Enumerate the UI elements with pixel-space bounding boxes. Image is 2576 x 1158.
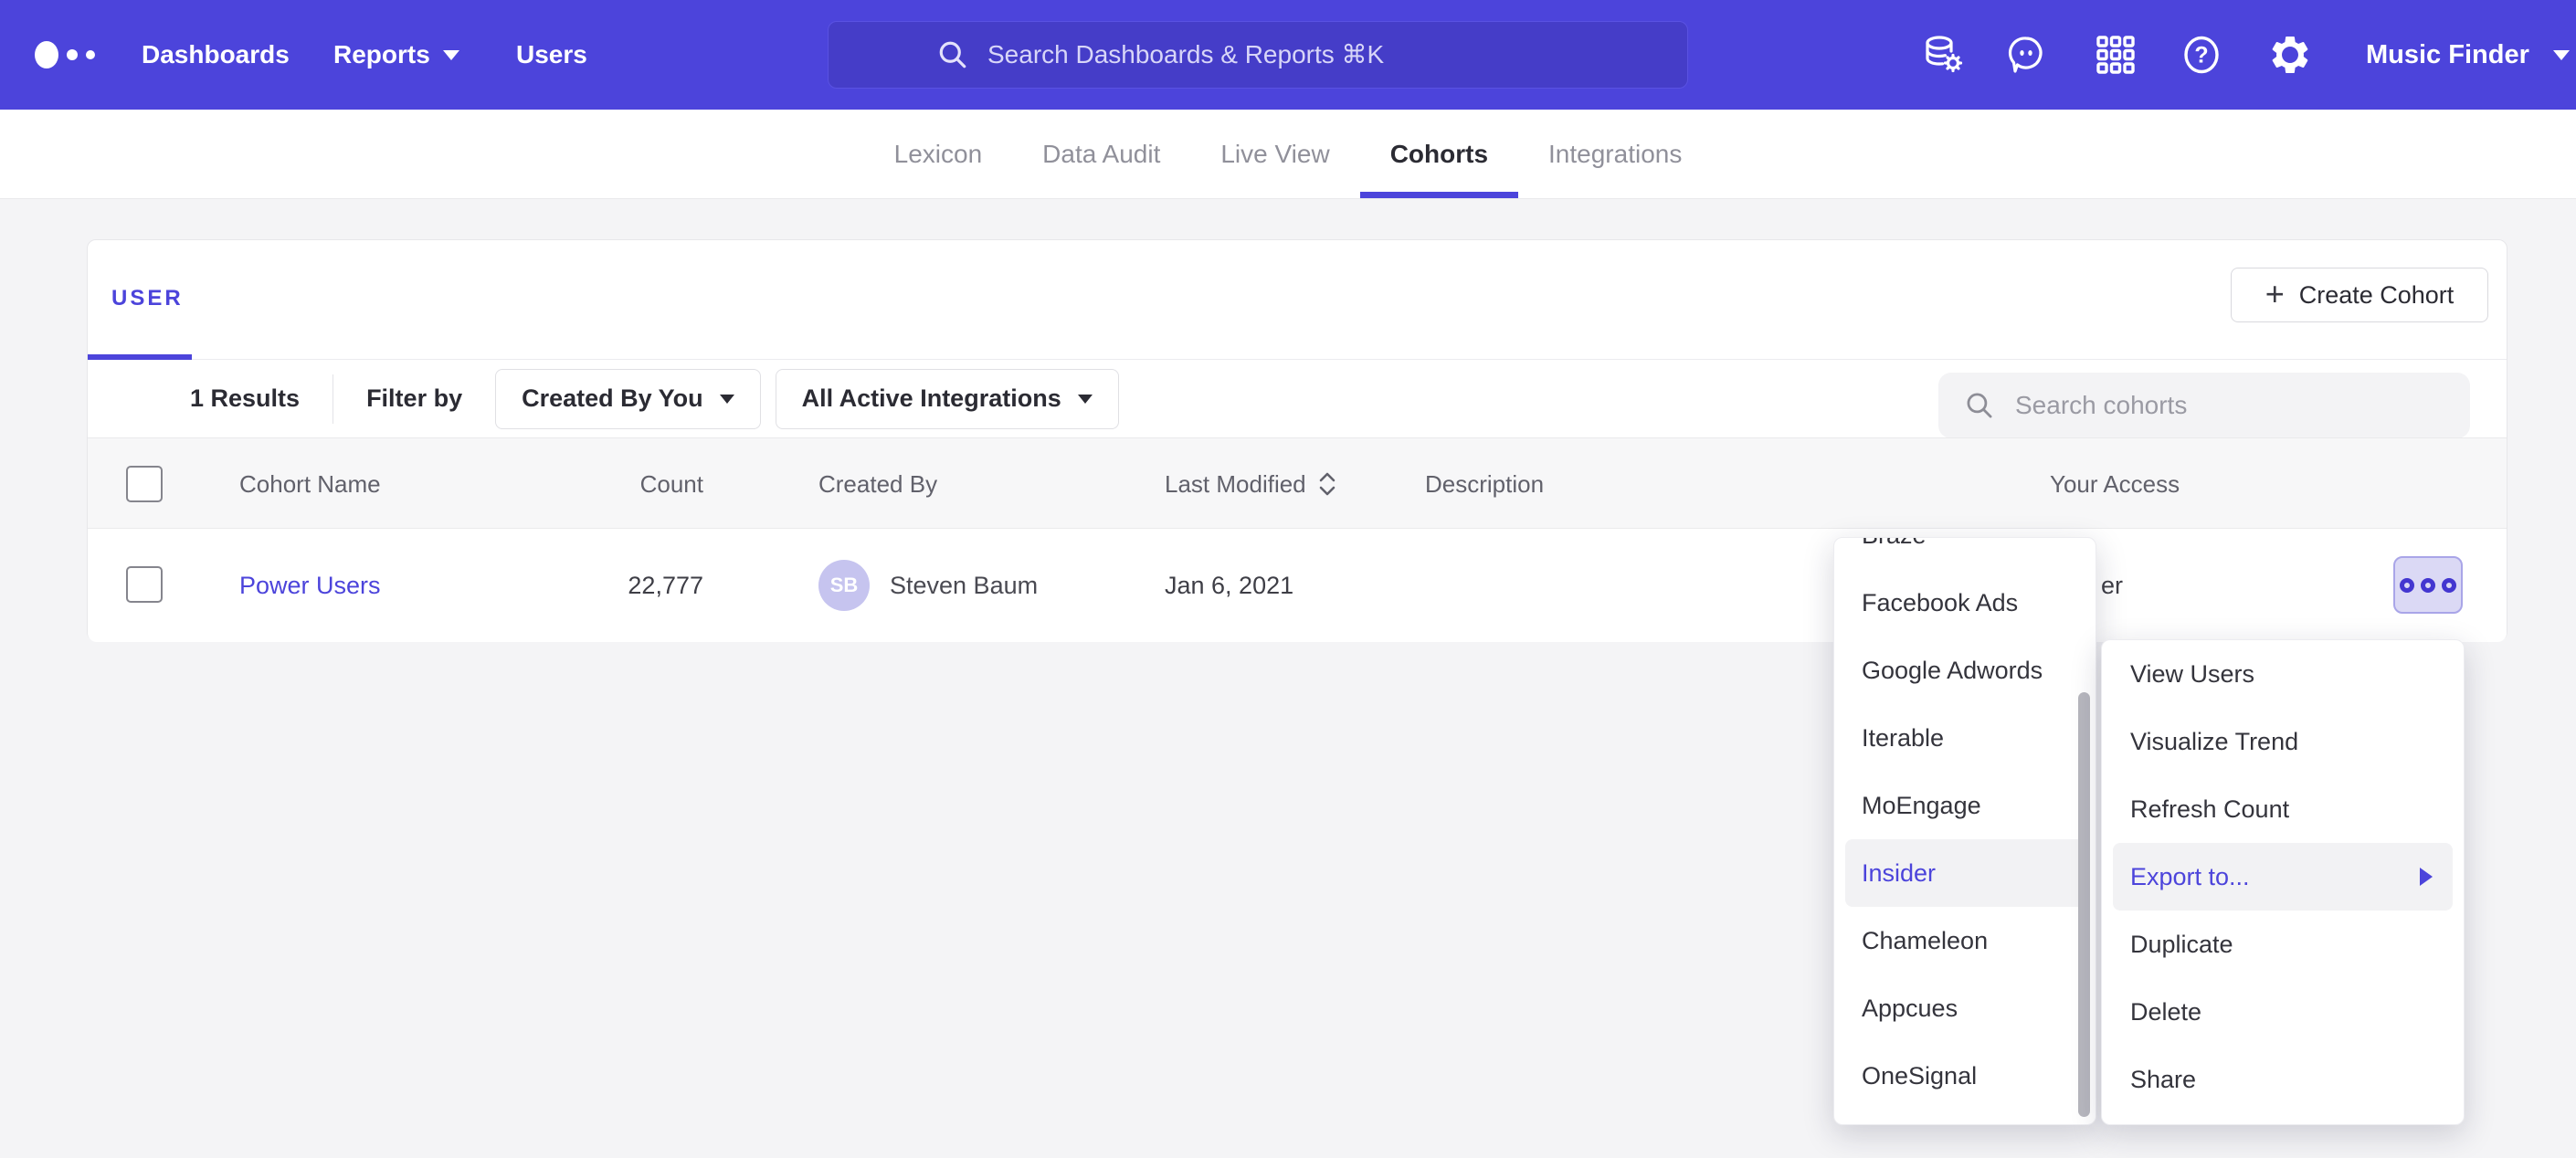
column-header-description[interactable]: Description xyxy=(1425,438,1544,530)
more-dot-icon xyxy=(2400,578,2414,593)
more-dot-icon xyxy=(2421,578,2435,593)
account-menu[interactable]: Music Finder xyxy=(2366,0,2570,110)
column-header-count[interactable]: Count xyxy=(521,438,703,530)
creator-name: Steven Baum xyxy=(890,572,1038,600)
cohort-search-input[interactable] xyxy=(2015,391,2446,420)
svg-text:?: ? xyxy=(2194,43,2208,68)
search-icon xyxy=(1962,388,1997,423)
column-header-your-access[interactable]: Your Access xyxy=(2050,438,2180,530)
menu-item-refresh-count[interactable]: Refresh Count xyxy=(2102,775,2464,843)
menu-item-view-users[interactable]: View Users xyxy=(2102,640,2464,708)
menu-item-duplicate[interactable]: Duplicate xyxy=(2102,911,2464,978)
submenu-item-insider[interactable]: Insider xyxy=(1845,839,2085,907)
submenu-item-chameleon[interactable]: Chameleon xyxy=(1834,907,2096,974)
chevron-down-icon xyxy=(720,395,734,404)
settings-gear-icon[interactable] xyxy=(2268,33,2312,77)
created-by-cell: SB Steven Baum xyxy=(818,529,1038,642)
cohort-name-cell: Power Users xyxy=(239,529,381,642)
logo-dot-small xyxy=(86,50,95,59)
menu-item-delete[interactable]: Delete xyxy=(2102,978,2464,1046)
nav-link-dashboards[interactable]: Dashboards xyxy=(142,0,290,110)
avatar: SB xyxy=(818,560,870,611)
active-tab-underline xyxy=(1360,192,1518,198)
tab-lexicon[interactable]: Lexicon xyxy=(864,110,1013,198)
column-header-last-modified[interactable]: Last Modified xyxy=(1165,438,1337,530)
submenu-item-google-adwords[interactable]: Google Adwords xyxy=(1834,637,2096,704)
plus-icon: + xyxy=(2265,278,2285,311)
chevron-down-icon xyxy=(1078,395,1093,404)
nav-link-reports[interactable]: Reports xyxy=(333,0,459,110)
submenu-item-onesignal[interactable]: OneSignal xyxy=(1834,1042,2096,1110)
tab-data-audit[interactable]: Data Audit xyxy=(1012,110,1190,198)
results-count: 1 Results xyxy=(190,384,300,413)
logo-dot-medium xyxy=(67,49,78,60)
your-access-cell: er xyxy=(2101,529,2123,642)
tab-cohorts[interactable]: Cohorts xyxy=(1360,110,1518,198)
chevron-down-icon xyxy=(2553,50,2570,60)
count-cell: 22,777 xyxy=(521,529,703,642)
chevron-down-icon xyxy=(443,50,459,60)
logo-dot-large xyxy=(35,41,58,68)
row-actions-menu: View Users Visualize Trend Refresh Count… xyxy=(2101,639,2465,1125)
menu-item-visualize-trend[interactable]: Visualize Trend xyxy=(2102,708,2464,775)
apps-grid-icon[interactable] xyxy=(2094,33,2138,77)
tab-integrations-label: Integrations xyxy=(1548,140,1682,169)
filter-created-by-dropdown[interactable]: Created By You xyxy=(495,369,761,429)
nav-link-reports-label: Reports xyxy=(333,40,430,69)
filter-created-by-label: Created By You xyxy=(522,384,703,413)
nav-link-users-label: Users xyxy=(516,40,587,69)
submenu-item-moengage[interactable]: MoEngage xyxy=(1834,772,2096,839)
create-cohort-button[interactable]: + Create Cohort xyxy=(2231,268,2488,322)
tab-cohorts-label: Cohorts xyxy=(1390,140,1488,169)
global-search-bar[interactable] xyxy=(828,21,1688,89)
export-submenu: Braze Facebook Ads Google Adwords Iterab… xyxy=(1833,537,2096,1125)
last-modified-label: Last Modified xyxy=(1165,470,1306,499)
cohort-search-bar[interactable] xyxy=(1938,373,2470,438)
menu-item-share[interactable]: Share xyxy=(2102,1046,2464,1113)
submenu-item-appcues[interactable]: Appcues xyxy=(1834,974,2096,1042)
last-modified-cell: Jan 6, 2021 xyxy=(1165,529,1293,642)
export-to-label: Export to... xyxy=(2130,863,2250,891)
row-more-actions-button[interactable] xyxy=(2393,556,2463,614)
tab-live-view[interactable]: Live View xyxy=(1190,110,1359,198)
submenu-arrow-icon xyxy=(2420,868,2433,886)
cohorts-card: USER + Create Cohort 1 Results Filter by… xyxy=(87,239,2507,641)
menu-item-export-to[interactable]: Export to... xyxy=(2113,843,2453,911)
row-checkbox[interactable] xyxy=(126,566,163,603)
table-header: Cohort Name Count Created By Last Modifi… xyxy=(88,437,2507,529)
submenu-item-facebook-ads[interactable]: Facebook Ads xyxy=(1834,569,2096,637)
tab-data-audit-label: Data Audit xyxy=(1042,140,1160,169)
filter-integrations-label: All Active Integrations xyxy=(802,384,1061,413)
nav-link-users[interactable]: Users xyxy=(516,0,587,110)
column-header-created-by[interactable]: Created By xyxy=(818,438,937,530)
search-icon xyxy=(934,37,971,73)
column-header-cohort-name[interactable]: Cohort Name xyxy=(239,438,381,530)
top-navbar: Dashboards Reports Users xyxy=(0,0,2576,110)
global-search-input[interactable] xyxy=(987,40,1581,69)
tab-live-view-label: Live View xyxy=(1220,140,1329,169)
filter-integrations-dropdown[interactable]: All Active Integrations xyxy=(776,369,1119,429)
cohort-name-link[interactable]: Power Users xyxy=(239,572,381,600)
data-gear-icon[interactable] xyxy=(1921,33,1965,77)
nav-link-dashboards-label: Dashboards xyxy=(142,40,290,69)
tab-lexicon-label: Lexicon xyxy=(894,140,983,169)
section-tabbar: Lexicon Data Audit Live View Cohorts Int… xyxy=(0,110,2576,199)
more-dot-icon xyxy=(2442,578,2456,593)
submenu-item-iterable[interactable]: Iterable xyxy=(1834,704,2096,772)
filter-by-label: Filter by xyxy=(366,384,462,413)
submenu-scrollbar[interactable] xyxy=(2078,692,2090,1117)
sort-icon xyxy=(1317,470,1337,498)
table-row[interactable]: Power Users 22,777 SB Steven Baum Jan 6,… xyxy=(88,529,2507,642)
select-all-checkbox[interactable] xyxy=(126,466,163,502)
app-screen: Dashboards Reports Users xyxy=(0,0,2576,1158)
feedback-icon[interactable] xyxy=(2004,33,2048,77)
mixpanel-dots-logo-icon[interactable] xyxy=(35,0,95,110)
submenu-item-braze[interactable]: Braze xyxy=(1834,537,2096,569)
create-cohort-label: Create Cohort xyxy=(2299,281,2455,310)
tab-user-cohorts[interactable]: USER xyxy=(111,286,184,311)
account-label: Music Finder xyxy=(2366,40,2529,70)
tab-integrations[interactable]: Integrations xyxy=(1518,110,1712,198)
help-icon[interactable]: ? xyxy=(2180,33,2223,77)
